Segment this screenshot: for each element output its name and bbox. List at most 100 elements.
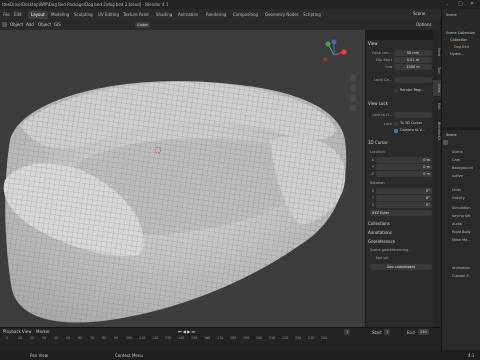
lock-to-object-field[interactable] (394, 112, 432, 118)
cursor-z-label: Z (371, 172, 374, 176)
tab-sculpting[interactable]: Sculpting (71, 11, 96, 19)
cursor-z-field[interactable]: 0 m (376, 171, 432, 177)
outliner-row[interactable]: Hydra... (450, 52, 464, 56)
tab-scripting[interactable]: Scripting (300, 11, 324, 19)
rot-y-field[interactable]: 0° (376, 195, 432, 201)
prop-section[interactable]: Keying Set (452, 214, 471, 218)
transform-orientation[interactable]: Global (135, 22, 151, 28)
play-controls-icon[interactable]: ⏮ ◀ ▶ ⏭ (178, 329, 195, 334)
outliner-row[interactable]: Collection (450, 38, 467, 42)
outliner-row[interactable]: Dog.Bed (454, 45, 469, 49)
prop-section[interactable]: Custom P... (452, 274, 471, 278)
cursor-y-label: Y (371, 165, 374, 169)
clip-end-field[interactable]: 1000 m (394, 64, 432, 70)
window-title: tteeDrive\Desktop\WIP\Dog Bed Package\Do… (2, 2, 169, 7)
viewport-tool-icons (349, 74, 357, 112)
scene-selector[interactable]: Scene (413, 11, 425, 16)
view-panel-title[interactable]: View (368, 41, 432, 49)
prop-section[interactable]: Gravity (452, 196, 465, 200)
title-bar: tteeDrive\Desktop\WIP\Dog Bed Package\Do… (0, 0, 480, 9)
lock-3d-cursor-checkbox[interactable] (394, 122, 398, 126)
scene-properties-icon[interactable] (443, 140, 448, 145)
prop-section[interactable]: Rigid Body (452, 230, 471, 234)
render-region-checkbox[interactable] (394, 89, 398, 93)
current-frame-field[interactable]: 1 (344, 329, 351, 335)
tab-blenderkit[interactable]: BlenderKit (433, 116, 441, 146)
timeline-marker-menu[interactable]: Marker (36, 329, 50, 334)
tab-shading[interactable]: Shading (153, 11, 175, 19)
header-object2-menu[interactable]: Object (38, 22, 51, 27)
tab-texture-paint[interactable]: Texture Paint (120, 11, 152, 19)
tick: 150 (191, 336, 198, 340)
prop-section[interactable]: Mask Ma... (452, 238, 471, 242)
prop-section[interactable]: Animation (452, 266, 470, 270)
tab-animation[interactable]: Animation (175, 11, 201, 19)
tab-modeling[interactable]: Modeling (48, 11, 72, 19)
tab-geometry-nodes[interactable]: Geometry Nodes (262, 11, 302, 19)
geo-coordinates-button[interactable]: Geo coordinates (370, 264, 432, 270)
tick: 250 (321, 336, 328, 340)
tab-edit[interactable]: Edit (433, 98, 441, 114)
prop-section[interactable]: Active (452, 174, 463, 178)
timeline-view-menu[interactable]: View (22, 329, 32, 334)
tick: 120 (152, 336, 159, 340)
viewport-header: Object Add Object GIS Global Options (0, 20, 440, 30)
status-version: 4.1 (468, 353, 475, 358)
prop-section[interactable]: Audio (452, 222, 462, 226)
menu-edit[interactable]: Edit (11, 11, 25, 19)
3d-viewport[interactable] (0, 30, 365, 327)
options-dropdown[interactable]: Options (416, 22, 431, 27)
header-gis-menu[interactable]: GIS (54, 22, 61, 27)
rotation-mode-dropdown[interactable]: XYZ Euler (370, 210, 432, 216)
3d-cursor-title[interactable]: 3D Cursor (368, 140, 432, 148)
tick: 230 (295, 336, 302, 340)
tab-view[interactable]: View (433, 80, 441, 96)
sidebar-tabs: Item Tool View Edit BlenderKit (433, 30, 441, 327)
prop-section[interactable]: Cam (452, 158, 460, 162)
start-frame-field[interactable]: 1 (384, 329, 391, 335)
local-camera-field[interactable] (394, 77, 432, 83)
maximize-icon[interactable]: □ (458, 1, 463, 7)
tab-uv-editing[interactable]: UV Editing (95, 11, 122, 19)
clip-start-field[interactable]: 0.01 m (394, 57, 432, 63)
rot-z-field[interactable]: 0° (376, 202, 432, 208)
tick: 50 (66, 336, 71, 340)
timeline: Playback View Marker 0 10 20 30 40 50 60… (0, 327, 441, 350)
tab-item[interactable]: Item (433, 44, 441, 60)
minimize-icon[interactable]: – (446, 2, 449, 8)
clip-end-label: End (385, 65, 392, 69)
tick: 90 (114, 336, 119, 340)
prop-section[interactable]: Scene (452, 150, 463, 154)
rot-x-field[interactable]: 0° (376, 188, 432, 194)
header-object-menu[interactable]: Object (10, 22, 23, 27)
close-icon[interactable]: ✕ (470, 1, 474, 7)
outliner-row[interactable]: Scene Collection (446, 31, 475, 35)
tick: 140 (178, 336, 185, 340)
timeline-playback-menu[interactable]: Playback (3, 329, 21, 334)
tick: 60 (78, 336, 83, 340)
georeference-panel[interactable]: Georeference (368, 239, 432, 247)
prop-section[interactable]: Background (452, 166, 473, 170)
tick: 240 (308, 336, 315, 340)
rot-x-label: X (371, 189, 374, 193)
cursor-y-field[interactable]: 0 m (376, 164, 432, 170)
tab-compositing[interactable]: Compositing (230, 11, 261, 19)
collections-panel[interactable]: Collections (368, 221, 432, 229)
view-lock-title[interactable]: View Lock (368, 101, 432, 109)
header-add-menu[interactable]: Add (26, 22, 34, 27)
lock-camera-checkbox[interactable] (394, 129, 398, 133)
georef-subtitle: Scene georeferencing : (370, 248, 411, 252)
annotations-panel[interactable]: Annotations (368, 230, 432, 238)
end-frame-field[interactable]: 250 (418, 329, 429, 335)
editor-type-icon[interactable] (2, 22, 7, 27)
prop-section[interactable]: Simulation (452, 206, 471, 210)
rot-z-label: Z (371, 203, 374, 207)
focal-length-field[interactable]: 50 mm (394, 50, 432, 56)
tab-tool[interactable]: Tool (433, 62, 441, 78)
tab-rendering[interactable]: Rendering (203, 11, 229, 19)
focal-length-label: Focal Len... (372, 51, 392, 55)
prop-section[interactable]: Units (452, 188, 461, 192)
tick: 210 (269, 336, 276, 340)
cursor-x-field[interactable]: 0 m (376, 157, 432, 163)
tab-layout-active[interactable]: Layout (28, 11, 48, 19)
